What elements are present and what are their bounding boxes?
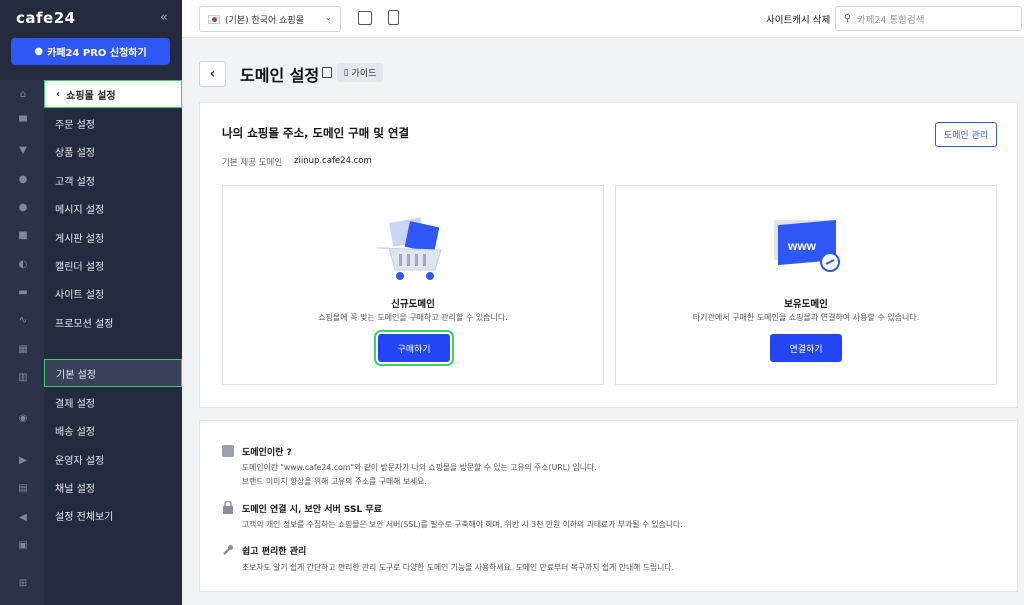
guide-label: 가이드 [351, 69, 377, 79]
bookmark-icon[interactable] [322, 67, 332, 78]
sidebar-back-shop-settings[interactable]: ‹ 쇼핑몰 설정 [44, 80, 182, 108]
pro-apply-button[interactable]: ● 카페24 PRO 신청하기 [11, 38, 170, 65]
domain-card-icon [222, 445, 234, 457]
info-line: 도메인이란 "www.cafe24.com"와 같이 방문자가 나의 쇼핑몰을 … [242, 463, 597, 472]
sidebar-item-basic[interactable]: 기본 설정 [44, 359, 182, 387]
korea-flag-icon [208, 14, 220, 24]
sidebar-item-payment[interactable]: 결제 설정 [44, 388, 182, 416]
sidebar-item-board[interactable]: 게시판 설정 [44, 223, 182, 251]
desktop-preview-icon[interactable] [358, 11, 372, 25]
chevron-down-icon: ⌄ [324, 13, 332, 23]
domain-section-title: 나의 쇼핑몰 주소, 도메인 구매 및 연결 [222, 126, 410, 140]
chevron-left-icon: ‹ [56, 88, 61, 100]
www-link-illustration: www [774, 220, 840, 272]
sidebar-back-label: 쇼핑몰 설정 [66, 90, 116, 102]
new-domain-title: 신규도메인 [391, 299, 435, 310]
shop-select-value: (기본) 한국어 쇼핑몰 [225, 15, 304, 26]
sidebar-item-channel[interactable]: 채널 설정 [44, 473, 182, 501]
shop-select[interactable]: (기본) 한국어 쇼핑몰 ⌄ [199, 6, 341, 32]
sidebar-item-product[interactable]: 상품 설정 [44, 137, 182, 165]
search-placeholder: 카페24 통합검색 [856, 14, 925, 26]
image-icon[interactable]: ▬ [17, 287, 29, 299]
sidebar-item-customer[interactable]: 고객 설정 [44, 166, 182, 194]
sidebar-item-site[interactable]: 사이트 설정 [44, 279, 182, 307]
default-domain-label: 기본 제공 도메인 [222, 158, 283, 168]
sidebar: cafe24 « ● 카페24 PRO 신청하기 ⌂ ▀ ▼ ● ● ■ ◐ ▬… [0, 0, 182, 605]
shirt-icon[interactable]: ▼ [17, 145, 29, 157]
owned-domain-title: 보유도메인 [784, 299, 828, 310]
cart-export-icon[interactable]: ▣ [17, 540, 29, 552]
sidebar-item-admin[interactable]: 운영자 설정 [44, 445, 182, 473]
lightbulb-icon: ● [34, 46, 44, 57]
palette-icon[interactable]: ◐ [17, 259, 29, 271]
sidebar-item-promotion[interactable]: 프로모션 설정 [44, 308, 182, 336]
default-domain-value: ziinup.cafe24.com [294, 156, 372, 166]
page-title: 도메인 설정 [240, 66, 320, 85]
new-domain-card: 신규도메인 쇼핑몰에 꼭 맞는 도메인을 구매하고 관리할 수 있습니다. 구매… [222, 185, 604, 385]
sidebar-item-order[interactable]: 주문 설정 [44, 109, 182, 137]
buy-domain-button[interactable]: 구매하기 [374, 330, 454, 366]
owned-domain-card: www 보유도메인 타기관에서 구매한 도메인을 쇼핑몰과 연결하여 사용할 수… [615, 185, 997, 385]
owned-domain-desc: 타기관에서 구매한 도메인을 쇼핑몰과 연결하여 사용할 수 있습니다. [692, 313, 920, 322]
video-icon[interactable]: ▶ [17, 455, 29, 467]
topbar: (기본) 한국어 쇼핑몰 ⌄ 사이트캐시 삭제 ⚲ 카페24 통합검색 [182, 0, 1024, 38]
store-icon[interactable]: ▤ [17, 483, 29, 495]
megaphone-icon[interactable]: ◀ [17, 512, 29, 524]
domain-info-panel: 도메인이란 ? 도메인이란 "www.cafe24.com"와 같이 방문자가 … [199, 420, 1018, 592]
sidebar-item-message[interactable]: 메시지 설정 [44, 194, 182, 222]
domain-manage-button[interactable]: 도메인 관리 [935, 122, 997, 147]
sidebar-item-calendar[interactable]: 캘린더 설정 [44, 251, 182, 279]
connect-domain-button[interactable]: 연결하기 [770, 334, 842, 362]
pro-apply-label: 카페24 PRO 신청하기 [47, 48, 147, 59]
search-box[interactable]: ⚲ 카페24 통합검색 [835, 6, 1022, 31]
lock-icon [222, 500, 234, 514]
book-icon[interactable]: ▥ [17, 372, 29, 384]
collapse-sidebar-button[interactable]: « [160, 10, 168, 25]
icon-rail: ⌂ ▀ ▼ ● ● ■ ◐ ▬ ∿ ▦ ▥ ◉ ▶ ▤ ◀ ▣ ⊞ [0, 80, 44, 605]
info-title-ssl: 도메인 연결 시, 보안 서버 SSL 무료 [242, 505, 382, 515]
book-icon: ▯ [343, 67, 349, 78]
search-icon: ⚲ [844, 13, 851, 24]
back-button[interactable]: ‹ [199, 61, 226, 87]
wrench-icon [222, 544, 234, 556]
info-line: 브랜드 이미지 향상을 위해 고유의 주소를 구매해 보세요. [242, 477, 427, 486]
grid-plus-icon[interactable]: ⊞ [17, 578, 29, 590]
shopping-cart-illustration [376, 217, 442, 280]
badge-icon[interactable]: ◉ [17, 413, 29, 425]
domain-panel: 나의 쇼핑몰 주소, 도메인 구매 및 연결 도메인 관리 기본 제공 도메인 … [199, 102, 1018, 408]
chart-icon[interactable]: ∿ [17, 315, 29, 327]
chat-icon[interactable]: ● [17, 202, 29, 214]
cache-delete-button[interactable]: 사이트캐시 삭제 [766, 12, 830, 26]
info-line: 초보자도 알기 쉽게 간단하고 편리한 관리 도구로 다양한 도메인 기능을 사… [242, 563, 674, 572]
guide-button[interactable]: ▯ 가이드 [337, 63, 383, 82]
info-title-management: 쉽고 편리한 관리 [242, 547, 307, 557]
cart-icon[interactable]: ▀ [17, 117, 29, 129]
info-line: 고객의 개인 정보를 수집하는 쇼핑몰은 보안 서버(SSL)를 필수로 구축해… [242, 520, 683, 529]
stats-icon[interactable]: ▦ [17, 344, 29, 356]
sidebar-item-all-settings[interactable]: 설정 전체보기 [44, 501, 182, 529]
user-icon[interactable]: ● [17, 174, 29, 186]
board-icon[interactable]: ■ [17, 230, 29, 242]
sidebar-item-shipping[interactable]: 배송 설정 [44, 416, 182, 444]
info-title-domain: 도메인이란 ? [242, 448, 292, 458]
new-domain-desc: 쇼핑몰에 꼭 맞는 도메인을 구매하고 관리할 수 있습니다. [318, 313, 508, 322]
home-icon[interactable]: ⌂ [17, 89, 29, 101]
www-illustration-text: www [787, 239, 817, 253]
mobile-preview-icon[interactable] [388, 10, 399, 25]
cafe24-logo[interactable]: cafe24 [16, 9, 76, 27]
